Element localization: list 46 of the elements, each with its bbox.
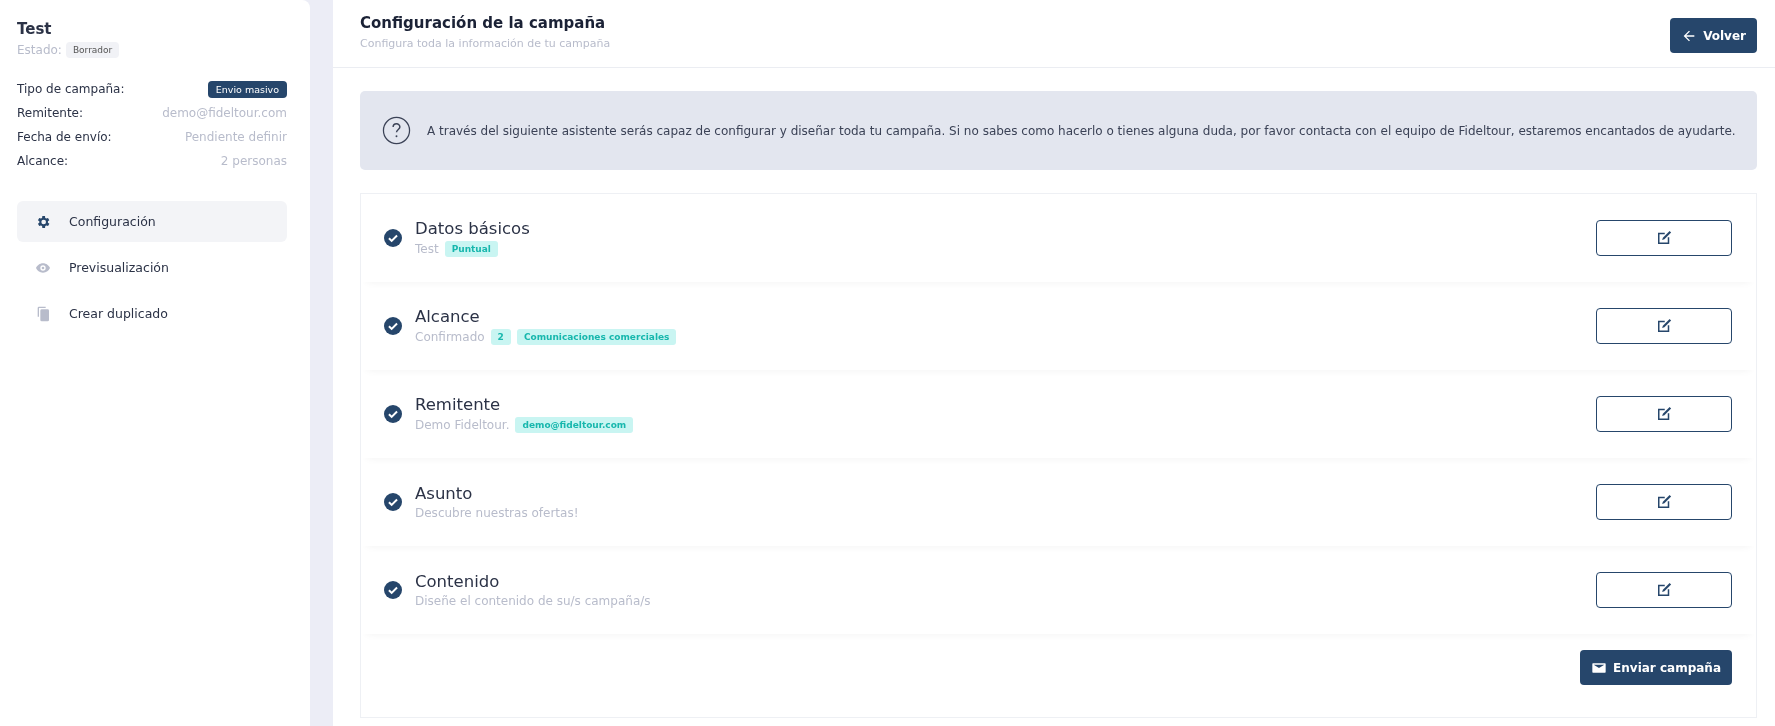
settings-icon: [35, 213, 51, 230]
info-label: Tipo de campaña:: [17, 82, 125, 96]
info-value: 2 personas: [220, 154, 287, 168]
edit-icon: [1655, 405, 1673, 423]
copy-icon: [35, 305, 51, 322]
page-subtitle: Configura toda la información de tu campaña: [360, 37, 611, 50]
step-title: Remitente: [415, 395, 502, 414]
back-button[interactable]: Volver: [1670, 18, 1757, 53]
step-tag: Puntual: [444, 241, 498, 257]
step-detail: Diseñe el contenido de su/s campaña/s: [415, 594, 651, 608]
step-tag: Comunicaciones comerciales: [516, 329, 677, 345]
info-value: Pendiente definir: [184, 130, 287, 144]
status-label: Estado:: [17, 43, 62, 57]
edit-button[interactable]: [1596, 572, 1732, 608]
help-icon: [382, 116, 411, 145]
campaign-name: Test: [17, 20, 53, 38]
nav-item[interactable]: Previsualización: [17, 247, 287, 288]
campaign-type-badge: Envio masivo: [207, 80, 287, 98]
step-detail: Test: [415, 242, 439, 256]
info-label: Remitente:: [17, 106, 84, 120]
info-value: demo@fideltour.com: [162, 106, 287, 120]
edit-icon: [1655, 229, 1673, 247]
nav-item[interactable]: Crear duplicado: [17, 293, 287, 334]
step-detail: Demo Fideltour.: [415, 418, 510, 432]
notice-text: A través del siguiente asistente serás capaz de configurar y diseñar toda tu campaña. Si no sabes como hacerlo o tienes alguna duda, por favor contacta con el equipo de Fideltour, estaremos encantados de ayudarte.: [427, 123, 1736, 138]
status-badge: Borrador: [65, 42, 120, 58]
step-detail: Confirmado: [415, 330, 485, 344]
info-label: Fecha de envío:: [17, 130, 112, 144]
step-title: Contenido: [415, 572, 501, 591]
step-tag: demo@fideltour.com: [515, 417, 634, 433]
page-title: Configuración de la campaña: [360, 14, 607, 32]
nav-item[interactable]: Configuración: [17, 201, 287, 242]
step-detail: Descubre nuestras ofertas!: [415, 506, 579, 520]
step-title: Asunto: [415, 484, 474, 503]
edit-icon: [1655, 493, 1673, 511]
step-title: Datos básicos: [415, 219, 531, 238]
info-label: Alcance:: [17, 154, 69, 168]
edit-button[interactable]: [1596, 308, 1732, 344]
send-campaign-button[interactable]: Enviar campaña: [1580, 650, 1732, 685]
edit-button[interactable]: [1596, 396, 1732, 432]
edit-icon: [1655, 581, 1673, 599]
edit-icon: [1655, 317, 1673, 335]
step-tag: 2: [490, 329, 511, 345]
edit-button[interactable]: [1596, 484, 1732, 520]
step-title: Alcance: [415, 307, 481, 326]
edit-button[interactable]: [1596, 220, 1732, 256]
